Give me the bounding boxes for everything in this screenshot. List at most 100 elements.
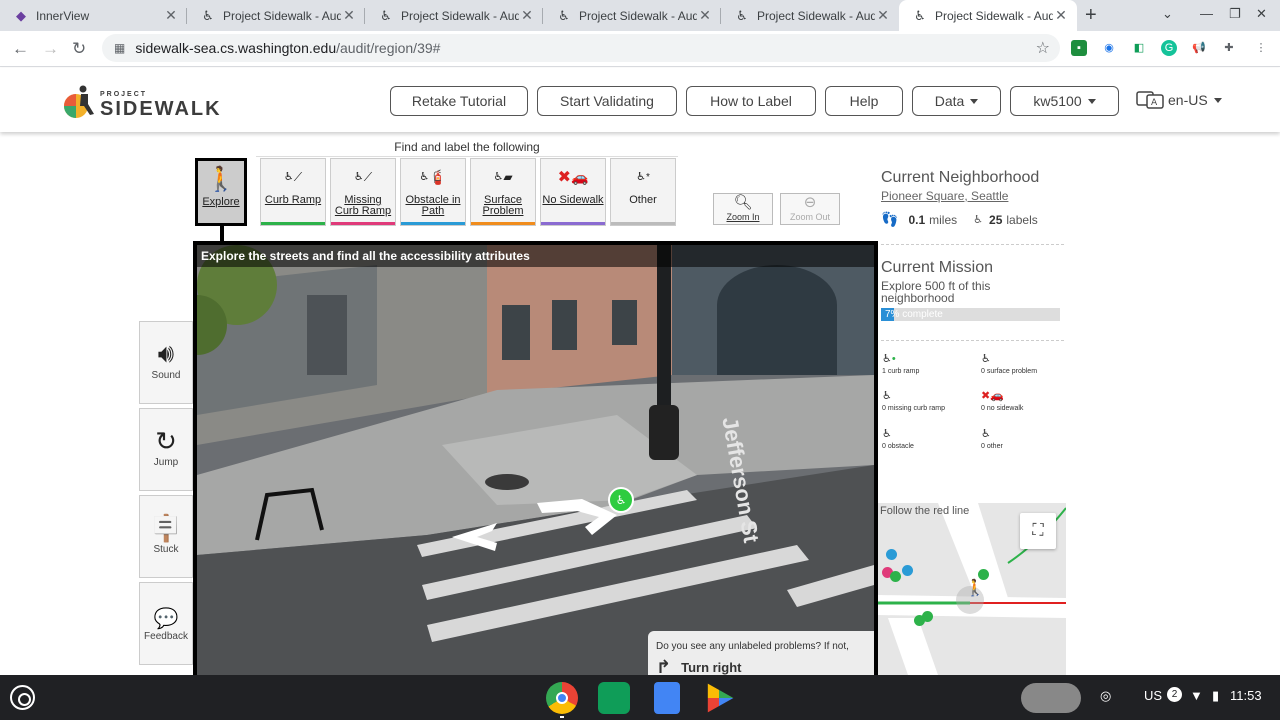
close-window-icon[interactable]: ✕ (1256, 6, 1267, 22)
surface-problem-button[interactable]: ♿ ▰ Surface Problem (470, 158, 536, 226)
obstacle-marker-icon[interactable] (886, 549, 897, 560)
extensions-puzzle-icon[interactable]: ✚ (1221, 40, 1237, 56)
extension-icon[interactable]: ◉ (1101, 40, 1117, 56)
stat-obstacle: ♿ 0 obstacle (882, 427, 914, 450)
address-bar[interactable]: ▦ sidewalk-sea.cs.washington.edu/audit/r… (102, 34, 1060, 62)
tab-title: Project Sidewalk - Audit (223, 8, 341, 23)
restore-icon[interactable]: ❐ (1229, 6, 1241, 22)
curb-ramp-icon: ♿ ⟋ (283, 169, 303, 184)
miles-value: 0.1 (908, 212, 926, 227)
cast-extension-icon[interactable]: ◧ (1131, 40, 1147, 56)
tab-innerview[interactable]: ◆ InnerView ✕ (0, 0, 187, 31)
close-tab-icon[interactable]: ✕ (697, 7, 713, 24)
close-tab-icon[interactable]: ✕ (341, 7, 357, 24)
missing-curb-ramp-button[interactable]: ♿ ⟋ Missing Curb Ramp (330, 158, 396, 226)
close-tab-icon[interactable]: ✕ (519, 7, 535, 24)
reload-icon[interactable]: ↻ (72, 39, 86, 59)
user-dropdown[interactable]: kw5100 (1010, 86, 1119, 116)
forward-icon[interactable]: → (42, 39, 59, 59)
zoom-out-icon: ⊖ (803, 194, 817, 211)
minimize-icon[interactable]: — (1200, 6, 1213, 21)
launcher-icon[interactable] (10, 685, 35, 710)
username-label: kw5100 (1033, 93, 1082, 109)
clock[interactable]: 11:53 (1230, 688, 1262, 703)
project-sidewalk-logo[interactable]: PROJECT SIDEWALK (62, 82, 220, 122)
tab-sidewalk-audit[interactable]: ♿ Project Sidewalk - Audit ✕ (365, 0, 543, 31)
curb-ramp-marker-icon[interactable] (890, 571, 901, 582)
pano-instruction-banner: Explore the streets and find all the acc… (197, 245, 874, 267)
tab-sidewalk-audit[interactable]: ♿ Project Sidewalk - Audit ✕ (543, 0, 721, 31)
tab-sidewalk-audit-active[interactable]: ♿ Project Sidewalk - Audi ✕ (899, 0, 1077, 31)
tab-sidewalk-audit[interactable]: ♿ Project Sidewalk - Audit ✕ (187, 0, 365, 31)
translate-icon: A (1136, 91, 1164, 109)
close-tab-icon[interactable]: ✕ (163, 7, 179, 24)
street-view-panorama[interactable]: Jefferson St ♿ Explore the streets and f… (193, 241, 878, 681)
grammarly-icon[interactable]: G (1161, 40, 1177, 56)
footprints-icon: 👣 (881, 211, 899, 227)
fullscreen-icon[interactable]: ⛶ (1020, 513, 1056, 549)
mission-progress-bar: 7% complete (881, 308, 1060, 321)
chrome-app-icon[interactable] (546, 682, 578, 714)
media-icon[interactable]: ◎ (1100, 688, 1111, 704)
help-label: Help (849, 93, 879, 109)
classroom-app-icon[interactable] (598, 682, 630, 714)
language-selector[interactable]: A en-US (1136, 90, 1222, 110)
neighborhood-name-link[interactable]: Pioneer Square, Seattle (881, 189, 1008, 203)
mini-map[interactable]: Follow the red line ⛶ 🚶 (878, 503, 1066, 675)
obstacle-icon: ♿ (882, 428, 892, 440)
sidewalk-icon: ♿ (202, 7, 214, 23)
toolbar-heading: Find and label the following (256, 140, 678, 157)
input-method-label[interactable]: US (1144, 688, 1162, 703)
holding-space-icon[interactable] (1021, 683, 1081, 713)
explore-button[interactable]: 🚶 Explore (195, 158, 247, 226)
stuck-label: Stuck (153, 544, 179, 555)
retake-tutorial-label: Retake Tutorial (411, 93, 507, 109)
feedback-button[interactable]: 💬 Feedback (139, 582, 193, 665)
curb-ramp-marker-icon[interactable] (922, 611, 933, 622)
classroom-extension-icon[interactable]: ▪ (1071, 40, 1087, 56)
zoom-in-button[interactable]: 🔍︎ Zoom In (713, 193, 773, 225)
start-validating-button[interactable]: Start Validating (537, 86, 677, 116)
sound-button[interactable]: 🔊︎ Sound (139, 321, 193, 404)
site-info-icon[interactable]: ▦ (114, 41, 125, 55)
tab-search-icon[interactable]: ⌄ (1162, 6, 1173, 22)
curb-ramp-button[interactable]: ♿ ⟋ Curb Ramp (260, 158, 326, 226)
close-tab-icon[interactable]: ✕ (1053, 7, 1069, 24)
stat-other: ♿ 0 other (981, 427, 1003, 450)
stat-no-sidewalk: ✖🚗 0 no sidewalk (981, 389, 1023, 412)
obstacle-icon: ♿ 🧯 (419, 168, 447, 185)
signpost-person-icon: 🪧 (149, 513, 183, 543)
menu-icon[interactable]: ⋮ (1253, 40, 1269, 56)
curb-ramp-label-marker-icon[interactable]: ♿ (608, 487, 634, 513)
no-sidewalk-button[interactable]: ✖ 🚗 No Sidewalk (540, 158, 606, 226)
pegman-icon[interactable]: 🚶 (965, 578, 985, 598)
stuck-button[interactable]: 🪧 Stuck (139, 495, 193, 578)
docs-app-icon[interactable] (654, 682, 680, 714)
browser-toolbar: ← → ↻ ▦ sidewalk-sea.cs.washington.edu/a… (0, 31, 1280, 67)
play-store-app-icon[interactable] (707, 683, 734, 713)
help-button[interactable]: Help (825, 86, 903, 116)
curb-ramp-marker-icon[interactable] (978, 569, 989, 580)
how-to-label-button[interactable]: How to Label (686, 86, 816, 116)
data-dropdown[interactable]: Data (912, 86, 1001, 116)
retake-tutorial-button[interactable]: Retake Tutorial (390, 86, 528, 116)
zoom-out-button[interactable]: ⊖ Zoom Out (780, 193, 840, 225)
jump-button[interactable]: ↻ Jump (139, 408, 193, 491)
battery-icon[interactable]: ▮ (1212, 688, 1219, 704)
notification-badge[interactable]: 2 (1167, 687, 1182, 702)
walking-person-icon: 🚶 (206, 165, 236, 193)
tab-sidewalk-audit[interactable]: ♿ Project Sidewalk - Audit ✕ (721, 0, 899, 31)
logo-text-big: SIDEWALK (100, 98, 222, 120)
new-tab-icon[interactable]: + (1085, 4, 1097, 27)
wifi-icon[interactable]: ▼ (1190, 688, 1203, 703)
announce-extension-icon[interactable]: 📢 (1191, 40, 1207, 56)
obstacle-button[interactable]: ♿ 🧯 Obstacle in Path (400, 158, 466, 226)
browser-tab-strip: ◆ InnerView ✕ ♿ Project Sidewalk - Audit… (0, 0, 1280, 31)
other-button[interactable]: ♿ * Other (610, 158, 676, 226)
close-tab-icon[interactable]: ✕ (875, 7, 891, 24)
os-shelf: ◎ US 2 ▼ ▮ 11:53 (0, 675, 1280, 720)
back-icon[interactable]: ← (12, 39, 29, 59)
other-icon: ♿ (981, 428, 991, 440)
bookmark-star-icon[interactable]: ☆ (1036, 38, 1050, 58)
obstacle-marker-icon[interactable] (902, 565, 913, 576)
